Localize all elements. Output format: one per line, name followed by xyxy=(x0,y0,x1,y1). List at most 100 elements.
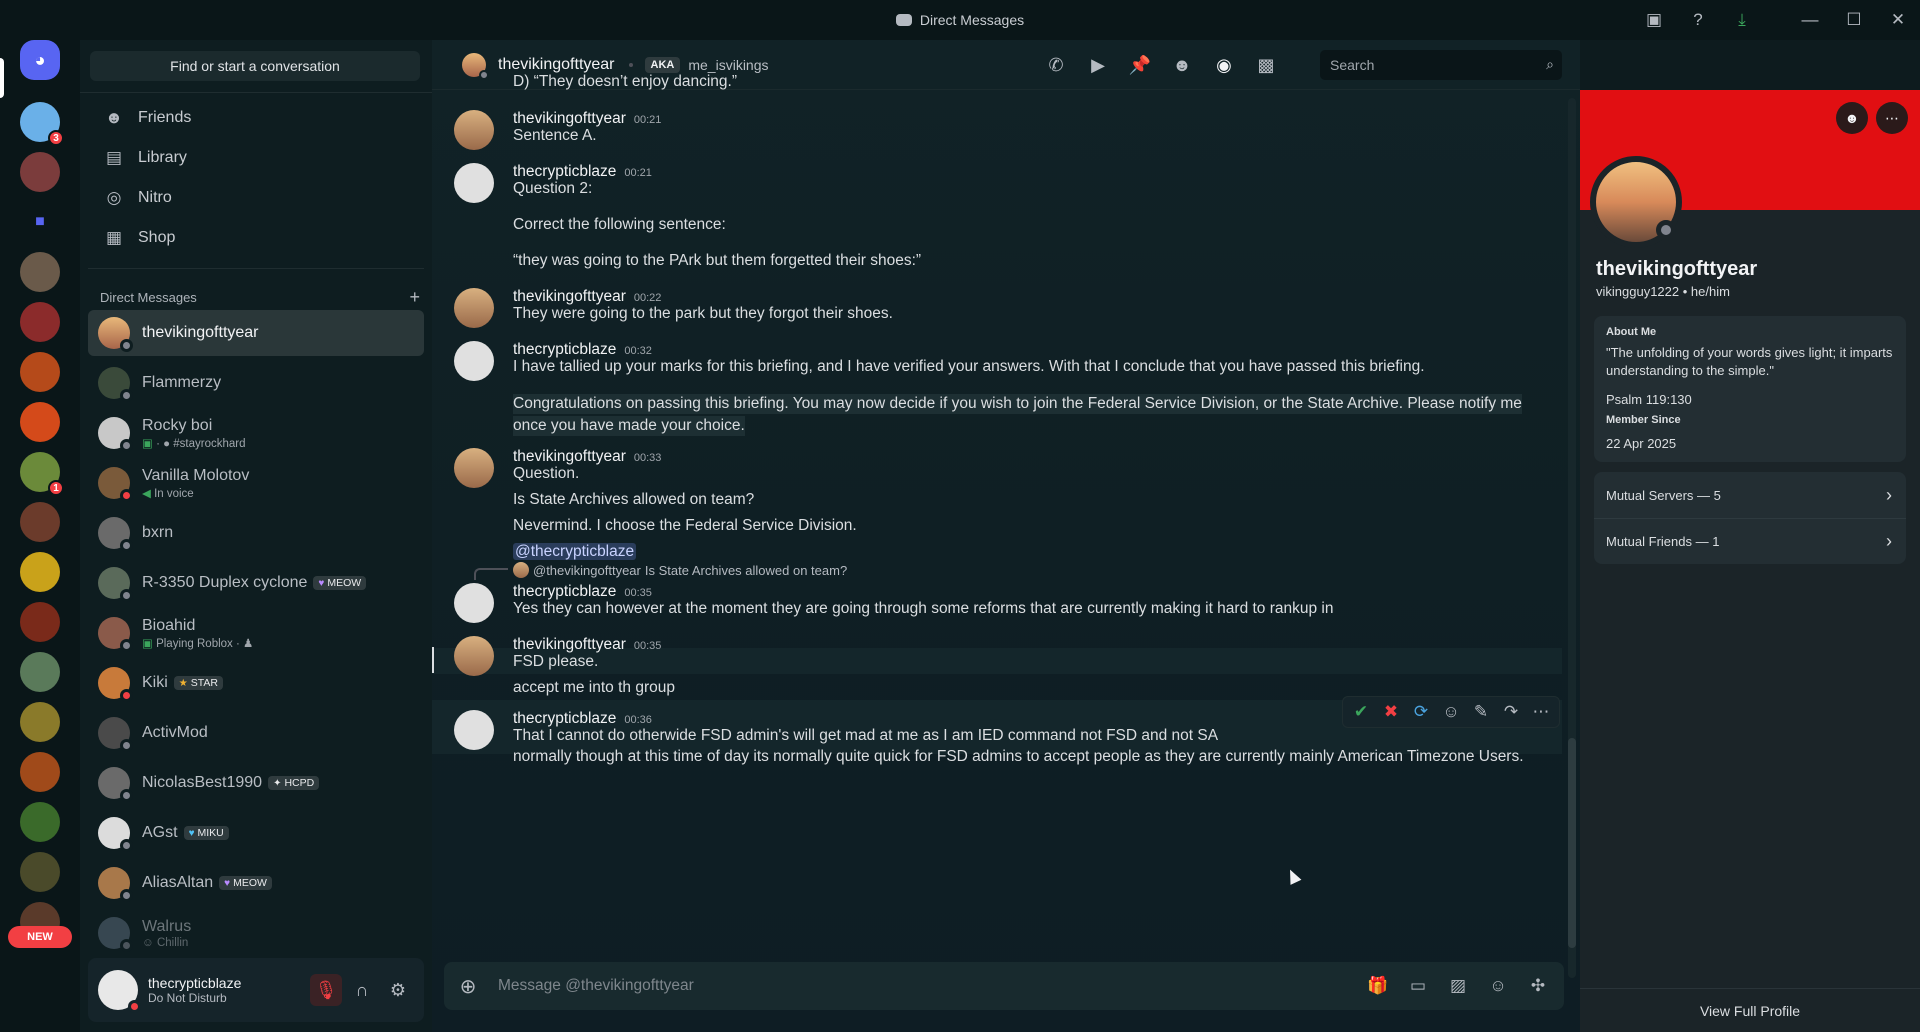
dm-item[interactable]: Bioahid ▣ Playing Roblox · ♟ xyxy=(88,610,424,656)
message-author[interactable]: thevikingofttyear xyxy=(513,288,626,306)
voice-call-icon[interactable]: ✆ xyxy=(1038,47,1074,83)
server-icon[interactable] xyxy=(20,852,60,892)
nav-library[interactable]: ▤ Library xyxy=(88,138,424,178)
maximize-button[interactable]: ☐ xyxy=(1832,0,1876,40)
about-me-text: "The unfolding of your words gives light… xyxy=(1606,345,1893,378)
dm-item[interactable]: Flammerzy xyxy=(88,360,424,406)
dm-item[interactable]: Kiki ★ STAR xyxy=(88,660,424,706)
user-profile-icon[interactable]: ◉ xyxy=(1206,47,1242,83)
repeat-reaction-icon[interactable]: ⟳ xyxy=(1407,698,1435,726)
scrollbar-track[interactable] xyxy=(1568,98,1576,978)
add-friends-to-dm-icon[interactable]: ☻ xyxy=(1164,47,1200,83)
upload-plus-icon[interactable]: ⊕ xyxy=(444,974,492,999)
add-reaction-icon[interactable]: ☺ xyxy=(1437,698,1465,726)
nav-shop[interactable]: ▦ Shop xyxy=(88,218,424,258)
mutual-servers-row[interactable]: Mutual Servers — 5 › xyxy=(1594,472,1906,518)
mutual-friends-row[interactable]: Mutual Friends — 1 › xyxy=(1594,518,1906,564)
message-composer[interactable]: ⊕ Message @thevikingofttyear 🎁 ▭ ▨ ☺ ✣ xyxy=(444,962,1564,1010)
nav-nitro[interactable]: ◎ Nitro xyxy=(88,178,424,218)
server-icon[interactable] xyxy=(20,252,60,292)
server-icon[interactable]: 3 xyxy=(20,102,64,146)
search-input[interactable]: Search ⌕ xyxy=(1320,50,1562,80)
view-full-profile-button[interactable]: View Full Profile xyxy=(1580,988,1920,1032)
avatar[interactable] xyxy=(454,636,494,676)
server-icon[interactable] xyxy=(20,302,60,342)
new-unreads-badge[interactable]: NEW xyxy=(8,926,72,948)
avatar[interactable] xyxy=(454,448,494,488)
dm-item[interactable]: AGst ♥ MIKU xyxy=(88,810,424,856)
message-author[interactable]: thevikingofttyear xyxy=(513,110,626,128)
dm-item[interactable]: thevikingofttyear xyxy=(88,310,424,356)
gift-icon[interactable]: 🎁 xyxy=(1360,970,1396,1002)
server-icon[interactable] xyxy=(20,402,60,442)
dm-item[interactable]: Vanilla Molotov ◀ In voice xyxy=(88,460,424,506)
gif-icon[interactable]: ▭ xyxy=(1400,970,1436,1002)
download-icon[interactable]: ⤓ xyxy=(1720,0,1764,40)
check-reaction-icon[interactable]: ✔ xyxy=(1347,698,1375,726)
avatar[interactable] xyxy=(454,110,494,150)
folder-icon[interactable]: ■ xyxy=(20,202,60,242)
avatar[interactable] xyxy=(454,288,494,328)
reply-preview[interactable]: @thevikingofttyear Is State Archives all… xyxy=(513,562,847,578)
emoji-icon[interactable]: ☺ xyxy=(1480,970,1516,1002)
dm-item[interactable]: Walrus ☺ Chillin xyxy=(88,910,424,956)
apps-icon[interactable]: ✣ xyxy=(1520,970,1556,1002)
chat-recipient-name[interactable]: thevikingofttyear xyxy=(498,56,615,74)
mute-microphone-icon[interactable]: 🎙 xyxy=(310,974,342,1006)
headphones-icon[interactable]: ∩ xyxy=(346,974,378,1006)
inbox-icon[interactable]: ▣ xyxy=(1632,0,1676,40)
dm-item[interactable]: bxrn xyxy=(88,510,424,556)
server-icon[interactable] xyxy=(20,152,60,192)
message-author[interactable]: thecrypticblaze xyxy=(513,163,616,181)
dm-item[interactable]: ActivMod xyxy=(88,710,424,756)
message-author[interactable]: thecrypticblaze xyxy=(513,583,616,601)
forward-icon[interactable]: ↷ xyxy=(1497,698,1525,726)
avatar[interactable] xyxy=(98,970,141,1013)
server-icon[interactable] xyxy=(20,802,60,842)
message-author[interactable]: thevikingofttyear xyxy=(513,636,626,654)
server-icon[interactable] xyxy=(20,352,60,392)
server-icon[interactable] xyxy=(20,752,60,792)
create-dm-icon[interactable]: + xyxy=(409,287,420,308)
nav-friends[interactable]: ☻ Friends xyxy=(88,98,424,138)
media-icon[interactable]: ▩ xyxy=(1248,47,1284,83)
add-friend-icon[interactable]: ☻ xyxy=(1836,102,1868,134)
sticker-icon[interactable]: ▨ xyxy=(1440,970,1476,1002)
pinned-messages-icon[interactable]: 📌 xyxy=(1122,47,1158,83)
close-button[interactable]: ✕ xyxy=(1876,0,1920,40)
profile-avatar[interactable] xyxy=(1590,156,1682,248)
scrollbar-thumb[interactable] xyxy=(1568,738,1576,948)
message-input[interactable]: Message @thevikingofttyear xyxy=(498,977,694,995)
server-icon[interactable] xyxy=(20,552,60,592)
cross-reaction-icon[interactable]: ✖ xyxy=(1377,698,1405,726)
dm-item[interactable]: AliasAltan ♥ MEOW xyxy=(88,860,424,906)
dm-item[interactable]: NicolasBest1990 ✦ HCPD xyxy=(88,760,424,806)
more-options-icon[interactable]: ⋯ xyxy=(1527,698,1555,726)
user-mention[interactable]: @thecrypticblaze xyxy=(513,543,637,560)
chat-area: thevikingofttyear AKA me_isvikings ✆ ▶ 📌… xyxy=(432,40,1580,1032)
message-author[interactable]: thecrypticblaze xyxy=(513,710,616,728)
server-icon[interactable] xyxy=(20,652,60,692)
minimize-button[interactable]: — xyxy=(1788,0,1832,40)
avatar[interactable] xyxy=(454,710,494,750)
server-icon[interactable] xyxy=(20,502,60,542)
avatar[interactable] xyxy=(454,583,494,623)
help-icon[interactable]: ? xyxy=(1676,0,1720,40)
home-button[interactable]: ◕ xyxy=(20,40,60,80)
avatar[interactable] xyxy=(454,163,494,203)
server-icon[interactable]: 1 xyxy=(20,452,64,496)
title-bar: Direct Messages ▣ ? ⤓ — ☐ ✕ xyxy=(0,0,1920,40)
avatar xyxy=(98,867,133,902)
message-author[interactable]: thecrypticblaze xyxy=(513,341,616,359)
edit-icon[interactable]: ✎ xyxy=(1467,698,1495,726)
dm-item[interactable]: R-3350 Duplex cyclone ♥ MEOW xyxy=(88,560,424,606)
video-call-icon[interactable]: ▶ xyxy=(1080,47,1116,83)
server-icon[interactable] xyxy=(20,702,60,742)
dm-item[interactable]: Rocky boi ▣ · ● #stayrockhard xyxy=(88,410,424,456)
settings-gear-icon[interactable]: ⚙ xyxy=(382,974,414,1006)
server-icon[interactable] xyxy=(20,602,60,642)
avatar[interactable] xyxy=(454,341,494,381)
find-conversation-button[interactable]: Find or start a conversation xyxy=(90,51,420,81)
message-author[interactable]: thevikingofttyear xyxy=(513,448,626,466)
more-options-icon[interactable]: ⋯ xyxy=(1876,102,1908,134)
